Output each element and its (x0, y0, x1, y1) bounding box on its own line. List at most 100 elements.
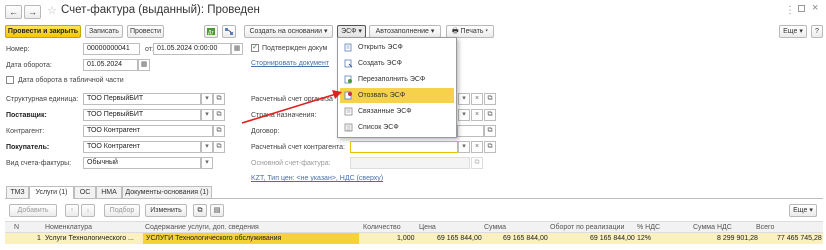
counterparty-account-label: Расчетный счет контрагента: (251, 144, 345, 151)
back-button[interactable]: ← (5, 5, 22, 19)
table-cell: УСЛУГИ Технологического обслуживания (146, 235, 282, 242)
menu-item-create-esf[interactable]: Создать ЭСФ (340, 56, 454, 71)
table-cell: 77 465 745,28 (777, 235, 822, 242)
post-and-close-button[interactable]: Провести и закрыть (5, 25, 81, 38)
menu-item-list-esf[interactable]: Список ЭСФ (340, 120, 454, 135)
table-cell: 69 165 844,00 (437, 235, 482, 242)
print-label: Печать ▾ (460, 28, 489, 35)
create-doc-icon (344, 59, 353, 68)
menu-item-label: Связанные ЭСФ (358, 108, 412, 115)
create-based-on-button[interactable]: Создать на основании ▾ (244, 25, 333, 38)
org-account-dropdown-icon[interactable]: ▾ (458, 93, 470, 105)
menu-item-label: Открыть ЭСФ (358, 44, 403, 51)
buyer-field[interactable]: ТОО Контрагент (83, 141, 201, 153)
org-account-clear-icon[interactable]: × (471, 93, 483, 105)
org-account-open-icon[interactable]: ⧉ (484, 93, 496, 105)
counterparty-account-field[interactable] (350, 141, 458, 153)
confirmed-checkbox[interactable]: ✓ (251, 44, 259, 52)
save-button[interactable]: Записать (85, 25, 123, 38)
supplier-open-icon[interactable]: ⧉ (213, 109, 225, 121)
supplier-dropdown-icon[interactable]: ▾ (201, 109, 213, 121)
menu-item-related-esf[interactable]: Связанные ЭСФ (340, 104, 454, 119)
country-clear-icon[interactable]: × (471, 109, 483, 121)
counterparty-account-open-icon[interactable]: ⧉ (484, 141, 496, 153)
invoice-type-dropdown-icon[interactable]: ▾ (201, 157, 213, 169)
counterparty-account-dropdown-icon[interactable]: ▾ (458, 141, 470, 153)
tab-tmz[interactable]: ТМЗ (6, 186, 29, 198)
table-cell: 8 299 901,28 (717, 235, 758, 242)
move-up-icon[interactable]: ↑ (65, 204, 79, 217)
counterparty-open-icon[interactable]: ⧉ (213, 125, 225, 137)
unit-dropdown-icon[interactable]: ▾ (201, 93, 213, 105)
copy-icon[interactable]: ⧉ (193, 204, 207, 217)
number-field[interactable]: 00000000041 (83, 43, 140, 55)
buyer-open-icon[interactable]: ⧉ (213, 141, 225, 153)
turnover-date-field[interactable]: 01.05.2024 (83, 59, 138, 71)
annotation-arrow (241, 90, 342, 124)
menu-item-revoke-esf[interactable]: Отозвать ЭСФ (340, 88, 454, 103)
supplier-label: Поставщик: (6, 112, 47, 119)
svg-text:Дт: Дт (208, 30, 214, 36)
country-open-icon[interactable]: ⧉ (484, 109, 496, 121)
turnover-in-table-label: Дата оборота в табличной части (18, 77, 124, 84)
number-label: Номер: (6, 46, 30, 53)
paste-icon[interactable]: ▤ (210, 204, 224, 217)
tab-base-documents[interactable]: Документы-основания (1) (122, 186, 212, 198)
base-invoice-field (350, 157, 470, 169)
unit-open-icon[interactable]: ⧉ (213, 93, 225, 105)
structure-icon[interactable] (222, 25, 236, 38)
close-icon[interactable]: × (812, 2, 818, 14)
forward-button[interactable]: → (24, 5, 41, 19)
more-button[interactable]: Еще ▾ (779, 25, 807, 38)
calendar-icon[interactable]: ▦ (231, 43, 243, 55)
change-button[interactable]: Изменить (145, 204, 187, 217)
counterparty-label: Контрагент: (6, 128, 45, 135)
table-more-button[interactable]: Еще ▾ (789, 204, 817, 217)
menu-item-open-esf[interactable]: Открыть ЭСФ (340, 40, 454, 55)
base-invoice-label: Основной счет-фактура: (251, 160, 331, 167)
column-header: Количество (363, 224, 401, 231)
menu-item-label: Список ЭСФ (358, 124, 399, 131)
favorite-star-icon[interactable]: ☆ (47, 4, 57, 17)
open-doc-icon (344, 43, 352, 52)
table-cell: 1 (37, 235, 41, 242)
reverse-document-link[interactable]: Сторнировать документ (251, 59, 329, 68)
price-type-link[interactable]: KZT, Тип цен: <не указан>, НДС (сверху) (251, 174, 383, 183)
counterparty-field[interactable]: ТОО Контрагент (83, 125, 213, 137)
buyer-dropdown-icon[interactable]: ▾ (201, 141, 213, 153)
menu-item-refill-esf[interactable]: Перезаполнить ЭСФ (340, 72, 454, 87)
help-button[interactable]: ? (811, 25, 823, 38)
pick-button[interactable]: Подбор (104, 204, 140, 217)
contract-open-icon[interactable]: ⧉ (484, 125, 496, 137)
contract-field[interactable] (457, 125, 484, 137)
invoice-type-field[interactable]: Обычный (83, 157, 201, 169)
turnover-calendar-icon[interactable]: ▦ (138, 59, 150, 71)
column-header: Оборот по реализации (550, 224, 625, 231)
contract-label: Договор: (251, 128, 280, 135)
table-cell: 12% (637, 235, 652, 242)
refill-icon (344, 75, 352, 84)
table-cell: 69 165 844,00 (590, 235, 635, 242)
menu-item-label: Перезаполнить ЭСФ (358, 76, 426, 83)
move-down-icon[interactable]: ↓ (81, 204, 95, 217)
add-row-button[interactable]: Добавить (9, 204, 57, 217)
confirmed-label: Подтвержден докум (262, 45, 328, 52)
expand-icon[interactable] (798, 5, 805, 12)
tab-nma[interactable]: НМА (96, 186, 122, 198)
unit-field[interactable]: ТОО ПервыйБИТ (83, 93, 201, 105)
more-actions-icon[interactable]: ⋮ (785, 5, 795, 16)
date-field[interactable]: 01.05.2024 0:00:00 (153, 43, 231, 55)
tab-services[interactable]: Услуги (1) (29, 186, 74, 199)
column-header: Сумма (484, 224, 506, 231)
tab-os[interactable]: ОС (74, 186, 96, 198)
menu-item-label: Создать ЭСФ (358, 60, 402, 67)
supplier-field[interactable]: ТОО ПервыйБИТ (83, 109, 201, 121)
turnover-in-table-checkbox[interactable] (6, 76, 14, 84)
dt-kt-icon[interactable]: Дт (204, 25, 218, 38)
tabs-baseline (5, 198, 823, 199)
table-cell: 69 165 844,00 (503, 235, 548, 242)
country-dropdown-icon[interactable]: ▾ (458, 109, 470, 121)
table-cell: 1,000 (397, 235, 415, 242)
post-button[interactable]: Провести (127, 25, 164, 38)
counterparty-account-clear-icon[interactable]: × (471, 141, 483, 153)
